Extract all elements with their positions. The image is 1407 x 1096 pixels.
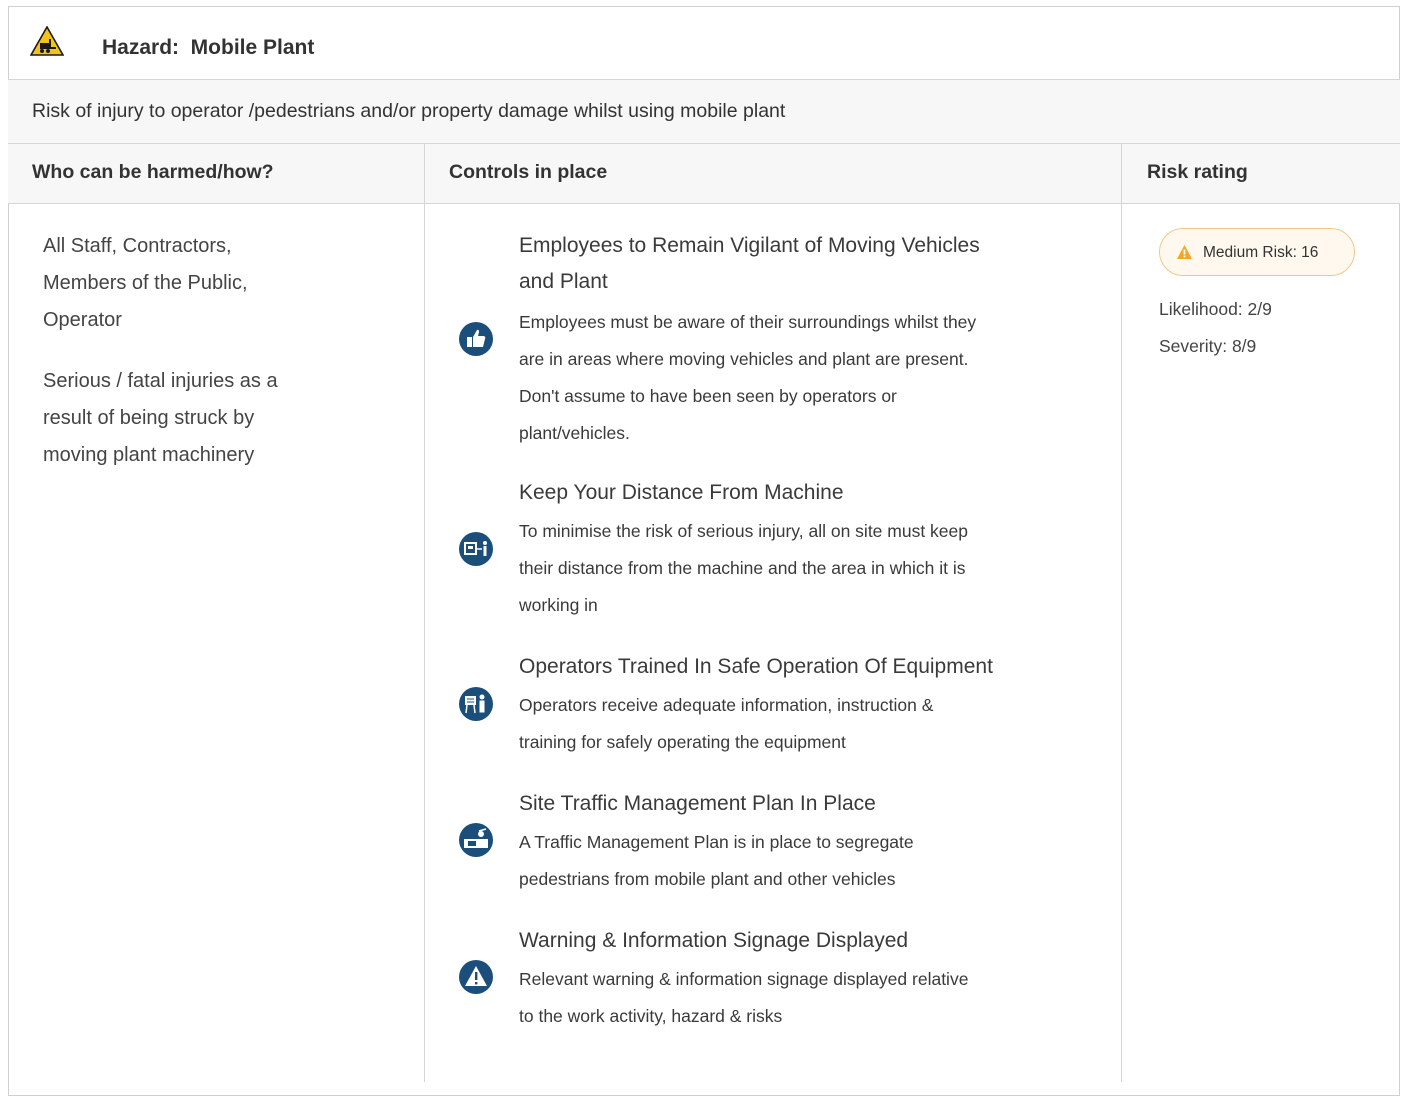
hazard-description: Risk of injury to operator /pedestrians … (32, 100, 785, 123)
forklift-warning-icon (30, 26, 64, 56)
who-people-line: Members of the Public, (43, 265, 343, 302)
training-icon (459, 687, 493, 721)
traffic-plan-icon (459, 823, 493, 857)
control-body: Operators receive adequate information, … (519, 687, 1089, 761)
control-body-line: training for safely operating the equipm… (519, 724, 1089, 761)
control-title: Warning & Information Signage Displayed (519, 923, 1079, 959)
column-header-who: Who can be harmed/how? (32, 161, 274, 184)
who-people-line: All Staff, Contractors, (43, 228, 343, 265)
control-title-line: and Plant (519, 264, 1079, 300)
who-injury-line: moving plant machinery (43, 437, 343, 474)
control-body-line: plant/vehicles. (519, 415, 1089, 452)
control-body-line: Operators receive adequate information, … (519, 687, 1089, 724)
control-body-line: to the work activity, hazard & risks (519, 998, 1089, 1035)
risk-badge-label: Medium Risk: 16 (1203, 244, 1318, 262)
control-body-line: A Traffic Management Plan is in place to… (519, 824, 1089, 861)
control-body-line: are in areas where moving vehicles and p… (519, 341, 1089, 378)
control-body: Relevant warning & information signage d… (519, 961, 1089, 1035)
control-body: A Traffic Management Plan is in place to… (519, 824, 1089, 898)
control-title: Keep Your Distance From Machine (519, 475, 1079, 511)
control-body: Employees must be aware of their surroun… (519, 304, 1089, 452)
column-divider (424, 144, 425, 1082)
keep-distance-icon (459, 532, 493, 566)
control-body: To minimise the risk of serious injury, … (519, 513, 1089, 624)
warning-icon (1176, 244, 1193, 260)
control-title: Operators Trained In Safe Operation Of E… (519, 649, 1079, 685)
control-title-line: Site Traffic Management Plan In Place (519, 786, 1079, 822)
control-title: Employees to Remain Vigilant of Moving V… (519, 228, 1079, 300)
control-title-line: Employees to Remain Vigilant of Moving V… (519, 228, 1079, 264)
control-title-line: Warning & Information Signage Displayed (519, 923, 1079, 959)
control-title-line: Operators Trained In Safe Operation Of E… (519, 649, 1079, 685)
who-people: All Staff, Contractors, Members of the P… (43, 228, 343, 339)
risk-likelihood: Likelihood: 2/9 (1159, 299, 1272, 320)
thumbs-up-icon (459, 322, 493, 356)
warning-sign-icon (459, 960, 493, 994)
control-title: Site Traffic Management Plan In Place (519, 786, 1079, 822)
hazard-title: Hazard: Mobile Plant (102, 36, 314, 60)
column-header-controls: Controls in place (449, 161, 607, 184)
control-body-line: Relevant warning & information signage d… (519, 961, 1089, 998)
risk-badge: Medium Risk: 16 (1159, 228, 1355, 276)
control-body-line: Don't assume to have been seen by operat… (519, 378, 1089, 415)
column-header-risk: Risk rating (1147, 161, 1248, 184)
control-body-line: To minimise the risk of serious injury, … (519, 513, 1089, 550)
who-injury-line: Serious / fatal injuries as a (43, 363, 343, 400)
who-injury: Serious / fatal injuries as a result of … (43, 363, 343, 474)
control-title-line: Keep Your Distance From Machine (519, 475, 1079, 511)
who-injury-line: result of being struck by (43, 400, 343, 437)
risk-severity: Severity: 8/9 (1159, 336, 1256, 357)
control-body-line: pedestrians from mobile plant and other … (519, 861, 1089, 898)
control-body-line: their distance from the machine and the … (519, 550, 1089, 587)
control-body-line: Employees must be aware of their surroun… (519, 304, 1089, 341)
control-body-line: working in (519, 587, 1089, 624)
column-divider (1121, 144, 1122, 1082)
who-people-line: Operator (43, 302, 343, 339)
